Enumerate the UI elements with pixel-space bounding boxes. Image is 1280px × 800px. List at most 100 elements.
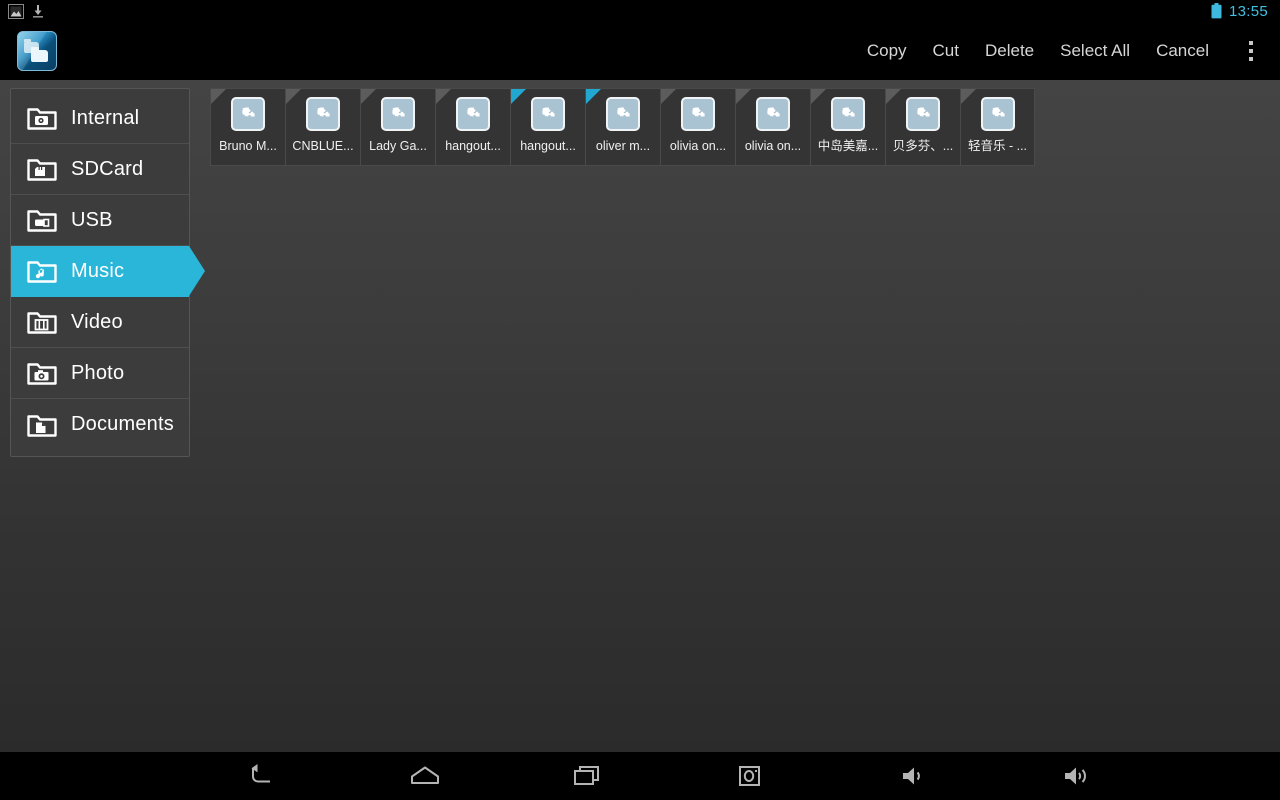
file-label: hangout...: [445, 139, 501, 153]
puzzle-piece-icon: [540, 107, 555, 117]
file-item[interactable]: olivia on...: [735, 88, 810, 166]
back-icon: [251, 764, 270, 783]
status-bar: 13:55: [0, 0, 1280, 22]
puzzle-piece-icon: [915, 107, 930, 117]
screenshot-icon: [738, 766, 760, 786]
selection-corner-icon[interactable]: [211, 89, 226, 104]
volume-up-button[interactable]: [995, 752, 1158, 800]
cancel-button[interactable]: Cancel: [1143, 33, 1222, 69]
overflow-menu-icon[interactable]: [1234, 28, 1268, 74]
file-thumbnail: [756, 97, 790, 131]
folder-documents-icon: [27, 412, 57, 438]
sidebar-item-sdcard[interactable]: SDCard: [11, 144, 189, 195]
selection-corner-icon[interactable]: [961, 89, 976, 104]
selection-corner-icon[interactable]: [661, 89, 676, 104]
sidebar-item-label: Video: [71, 310, 123, 333]
file-item[interactable]: Bruno M...: [210, 88, 285, 166]
selection-corner-icon[interactable]: [511, 89, 526, 104]
file-item[interactable]: olivia on...: [660, 88, 735, 166]
sidebar-item-label: USB: [71, 208, 113, 231]
file-thumbnail: [681, 97, 715, 131]
volume-up-icon: [1064, 767, 1086, 785]
file-label: Bruno M...: [219, 139, 277, 153]
file-thumbnail: [381, 97, 415, 131]
cut-button[interactable]: Cut: [920, 33, 972, 69]
sidebar-item-label: Documents: [71, 413, 174, 435]
selection-corner-icon[interactable]: [286, 89, 301, 104]
selection-corner-icon[interactable]: [886, 89, 901, 104]
file-item[interactable]: hangout...: [435, 88, 510, 166]
sidebar: Internal SDCard USB Music Video Photo Do…: [10, 88, 205, 457]
file-item[interactable]: 轻音乐 - ...: [960, 88, 1035, 166]
sidebar-item-label: SDCard: [71, 157, 144, 180]
select-all-button[interactable]: Select All: [1047, 33, 1143, 69]
status-bar-clock: 13:55: [1228, 2, 1268, 20]
file-thumbnail: [906, 97, 940, 131]
file-thumbnail: [306, 97, 340, 131]
sidebar-item-label: Photo: [71, 361, 125, 384]
file-label: CNBLUE...: [292, 139, 354, 153]
action-bar-buttons: Copy Cut Delete Select All Cancel: [854, 28, 1280, 74]
file-label: 中岛美嘉...: [817, 139, 879, 153]
home-button[interactable]: [343, 752, 506, 800]
sidebar-item-usb[interactable]: USB: [11, 195, 189, 246]
selection-corner-icon[interactable]: [736, 89, 751, 104]
file-label: 轻音乐 - ...: [967, 139, 1028, 153]
back-button[interactable]: [180, 752, 343, 800]
volume-down-button[interactable]: [832, 752, 995, 800]
action-bar: Copy Cut Delete Select All Cancel: [0, 22, 1280, 80]
file-item[interactable]: 贝多芬、...: [885, 88, 960, 166]
sidebar-item-label: Music: [71, 259, 125, 282]
file-item[interactable]: 中岛美嘉...: [810, 88, 885, 166]
sidebar-item-documents[interactable]: Documents: [11, 399, 189, 450]
puzzle-piece-icon: [690, 107, 705, 117]
selection-corner-icon[interactable]: [436, 89, 451, 104]
puzzle-piece-icon: [315, 107, 330, 117]
file-manager-app-icon[interactable]: [17, 31, 57, 71]
file-grid: Bruno M... CNBLUE... Lady Ga... hangout.…: [210, 88, 1035, 166]
file-label: olivia on...: [744, 139, 802, 153]
delete-button[interactable]: Delete: [972, 33, 1047, 69]
download-icon: [33, 4, 43, 18]
sidebar-item-photo[interactable]: Photo: [11, 348, 189, 399]
puzzle-piece-icon: [615, 107, 630, 117]
file-thumbnail: [231, 97, 265, 131]
file-label: olivia on...: [669, 139, 727, 153]
home-icon: [410, 766, 439, 784]
puzzle-piece-icon: [465, 107, 480, 117]
selection-corner-icon[interactable]: [361, 89, 376, 104]
selection-corner-icon[interactable]: [586, 89, 601, 104]
folder-usb-icon: [27, 207, 57, 233]
file-thumbnail: [531, 97, 565, 131]
sidebar-item-video[interactable]: Video: [11, 297, 189, 348]
file-item[interactable]: hangout...: [510, 88, 585, 166]
screenshot-notification-icon: [8, 3, 24, 19]
screenshot-button[interactable]: [669, 752, 832, 800]
file-thumbnail: [831, 97, 865, 131]
recents-button[interactable]: [506, 752, 669, 800]
puzzle-piece-icon: [390, 107, 405, 117]
navigation-bar: [0, 752, 1280, 800]
sidebar-item-internal[interactable]: Internal: [11, 93, 189, 144]
puzzle-piece-icon: [240, 107, 255, 117]
status-bar-notifications: [0, 3, 45, 19]
selection-corner-icon[interactable]: [811, 89, 826, 104]
file-item[interactable]: CNBLUE...: [285, 88, 360, 166]
file-thumbnail: [456, 97, 490, 131]
status-bar-system: 13:55: [1211, 3, 1280, 19]
file-thumbnail: [606, 97, 640, 131]
file-item[interactable]: Lady Ga...: [360, 88, 435, 166]
sidebar-item-music[interactable]: Music: [11, 246, 205, 297]
battery-icon: [1211, 3, 1222, 19]
file-label: oliver m...: [595, 139, 651, 153]
sidebar-item-label: Internal: [71, 106, 140, 129]
puzzle-piece-icon: [990, 107, 1005, 117]
folder-music-icon: [27, 258, 57, 284]
file-label: Lady Ga...: [369, 139, 427, 153]
folder-internal-storage-icon: [27, 105, 57, 131]
puzzle-piece-icon: [840, 107, 855, 117]
copy-button[interactable]: Copy: [854, 33, 920, 69]
file-label: 贝多芬、...: [892, 139, 954, 153]
file-thumbnail: [980, 97, 1015, 131]
file-item[interactable]: oliver m...: [585, 88, 660, 166]
